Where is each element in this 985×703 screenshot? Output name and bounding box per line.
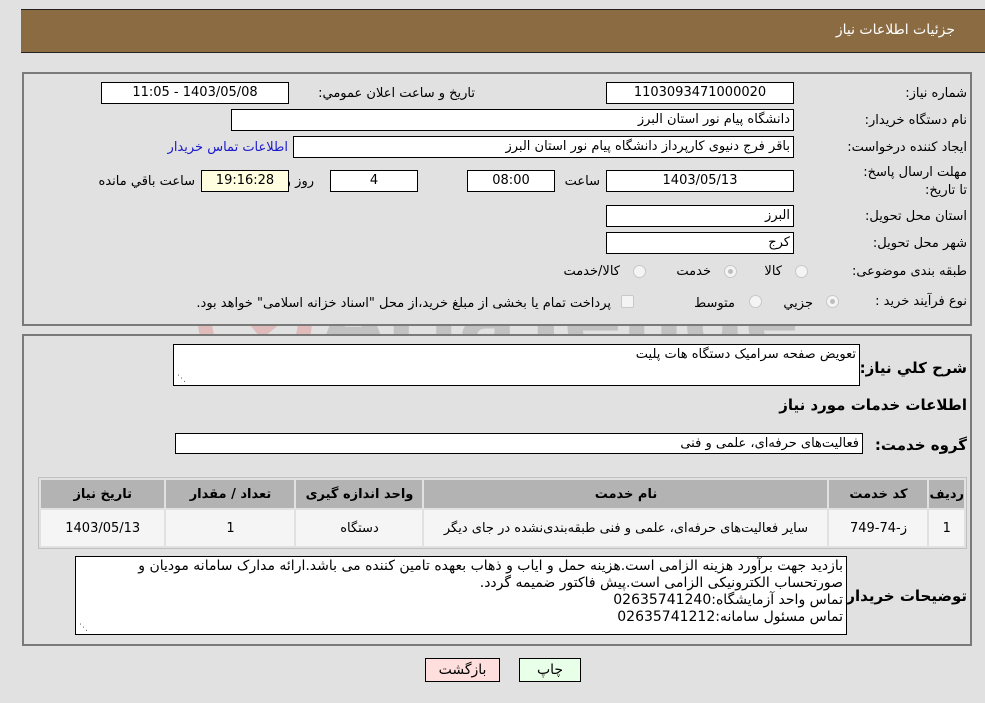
- purchase-radio-minor[interactable]: [826, 295, 839, 308]
- print-button[interactable]: چاپ: [519, 658, 581, 682]
- services-table: رديف کد خدمت نام خدمت واحد اندازه گيری ت…: [38, 477, 967, 549]
- cell-unit: دستگاه: [296, 510, 423, 546]
- buyer-org-field[interactable]: دانشگاه پیام نور استان البرز: [231, 109, 794, 131]
- cell-date: 1403/05/13: [41, 510, 165, 546]
- creator-field[interactable]: باقر فرج دنیوی کارپرداز دانشگاه پیام نور…: [293, 136, 794, 158]
- category-option-service: خدمت: [676, 264, 711, 279]
- purchase-option-medium: متوسط: [694, 296, 735, 311]
- deadline-time-field[interactable]: 08:00: [467, 170, 555, 192]
- remaining-time-label: ساعت باقي مانده: [98, 174, 195, 189]
- remaining-time-field[interactable]: 19:16:28: [201, 170, 289, 192]
- col-unit: واحد اندازه گيری: [296, 480, 423, 508]
- buyer-org-label: نام دستگاه خریدار:: [864, 113, 967, 128]
- cell-row: 1: [929, 510, 964, 546]
- description-text: تعویض صفحه سرامیک دستگاه هات پلیت: [635, 347, 856, 362]
- page-title: جزئيات اطلاعات نياز: [835, 22, 955, 38]
- buyer-notes-label: توضيحات خريدار:: [840, 587, 967, 605]
- buyer-notes-line: بازدید جهت برآورد هزینه الزامی است.هزینه…: [138, 558, 843, 591]
- deadline-label: مهلت ارسال پاسخ: تا تاریخ:: [863, 165, 967, 198]
- treasury-note: پرداخت تمام یا بخشی از مبلغ خرید،از محل …: [196, 296, 611, 311]
- buyer-notes-line: تماس واحد آزمایشگاه:02635741240: [613, 592, 843, 608]
- category-radio-goods[interactable]: [795, 265, 808, 278]
- category-option-goods-service: کالا/خدمت: [563, 264, 620, 279]
- treasury-checkbox[interactable]: [621, 295, 634, 308]
- buyer-contact-link[interactable]: اطلاعات تماس خریدار: [168, 140, 288, 155]
- announce-date-field[interactable]: 1403/05/08 - 11:05: [101, 82, 289, 104]
- description-textarea[interactable]: تعویض صفحه سرامیک دستگاه هات پلیت ⋰: [173, 344, 860, 386]
- cell-name: سایر فعالیت‌های حرفه‌ای، علمی و فنی طبقه…: [424, 510, 828, 546]
- need-number-label: شماره نیاز:: [905, 86, 967, 101]
- city-field[interactable]: کرج: [606, 232, 794, 254]
- category-option-goods: کالا: [764, 264, 782, 279]
- purchase-option-minor: جزيي: [783, 296, 813, 311]
- purchase-type-label: نوع فرآیند خرید :: [875, 294, 967, 309]
- province-field[interactable]: البرز: [606, 205, 794, 227]
- category-radio-goods-service[interactable]: [633, 265, 646, 278]
- col-date: تاريخ نياز: [41, 480, 165, 508]
- page-header: جزئيات اطلاعات نياز: [21, 9, 985, 53]
- service-group-label: گروه خدمت:: [874, 436, 967, 454]
- cell-code: ز-74-749: [829, 510, 928, 546]
- col-code: کد خدمت: [829, 480, 928, 508]
- province-label: استان محل تحویل:: [865, 209, 967, 224]
- category-label: طبقه بندی موضوعی:: [851, 264, 967, 279]
- description-label: شرح کلي نياز:: [859, 359, 967, 377]
- service-group-field[interactable]: فعالیت‌های حرفه‌ای، علمی و فنی: [175, 433, 863, 454]
- resize-grip-icon[interactable]: ⋰: [79, 624, 88, 633]
- creator-label: ایجاد کننده درخواست:: [847, 140, 967, 155]
- days-remaining-field[interactable]: 4: [330, 170, 418, 192]
- category-radio-service[interactable]: [724, 265, 737, 278]
- col-row: رديف: [929, 480, 964, 508]
- deadline-date-field[interactable]: 1403/05/13: [606, 170, 794, 192]
- cell-quantity: 1: [166, 510, 295, 546]
- col-name: نام خدمت: [424, 480, 828, 508]
- purchase-radio-medium[interactable]: [749, 295, 762, 308]
- back-button[interactable]: بازگشت: [425, 658, 500, 682]
- col-quantity: تعداد / مقدار: [166, 480, 295, 508]
- table-header-row: رديف کد خدمت نام خدمت واحد اندازه گيری ت…: [41, 480, 964, 508]
- buyer-notes-line: تماس مسئول سامانه:02635741212: [617, 609, 843, 625]
- table-row: 1 ز-74-749 سایر فعالیت‌های حرفه‌ای، علمی…: [41, 510, 964, 546]
- deadline-time-label: ساعت: [564, 174, 600, 189]
- services-section-title: اطلاعات خدمات مورد نياز: [779, 396, 967, 414]
- days-label: روز و: [284, 174, 314, 189]
- need-number-field[interactable]: 1103093471000020: [606, 82, 794, 104]
- city-label: شهر محل تحویل:: [872, 236, 967, 251]
- buyer-notes-textarea[interactable]: بازدید جهت برآورد هزینه الزامی است.هزینه…: [75, 556, 847, 635]
- resize-grip-icon[interactable]: ⋰: [177, 375, 186, 384]
- announce-date-label: تاریخ و ساعت اعلان عمومي:: [318, 86, 475, 101]
